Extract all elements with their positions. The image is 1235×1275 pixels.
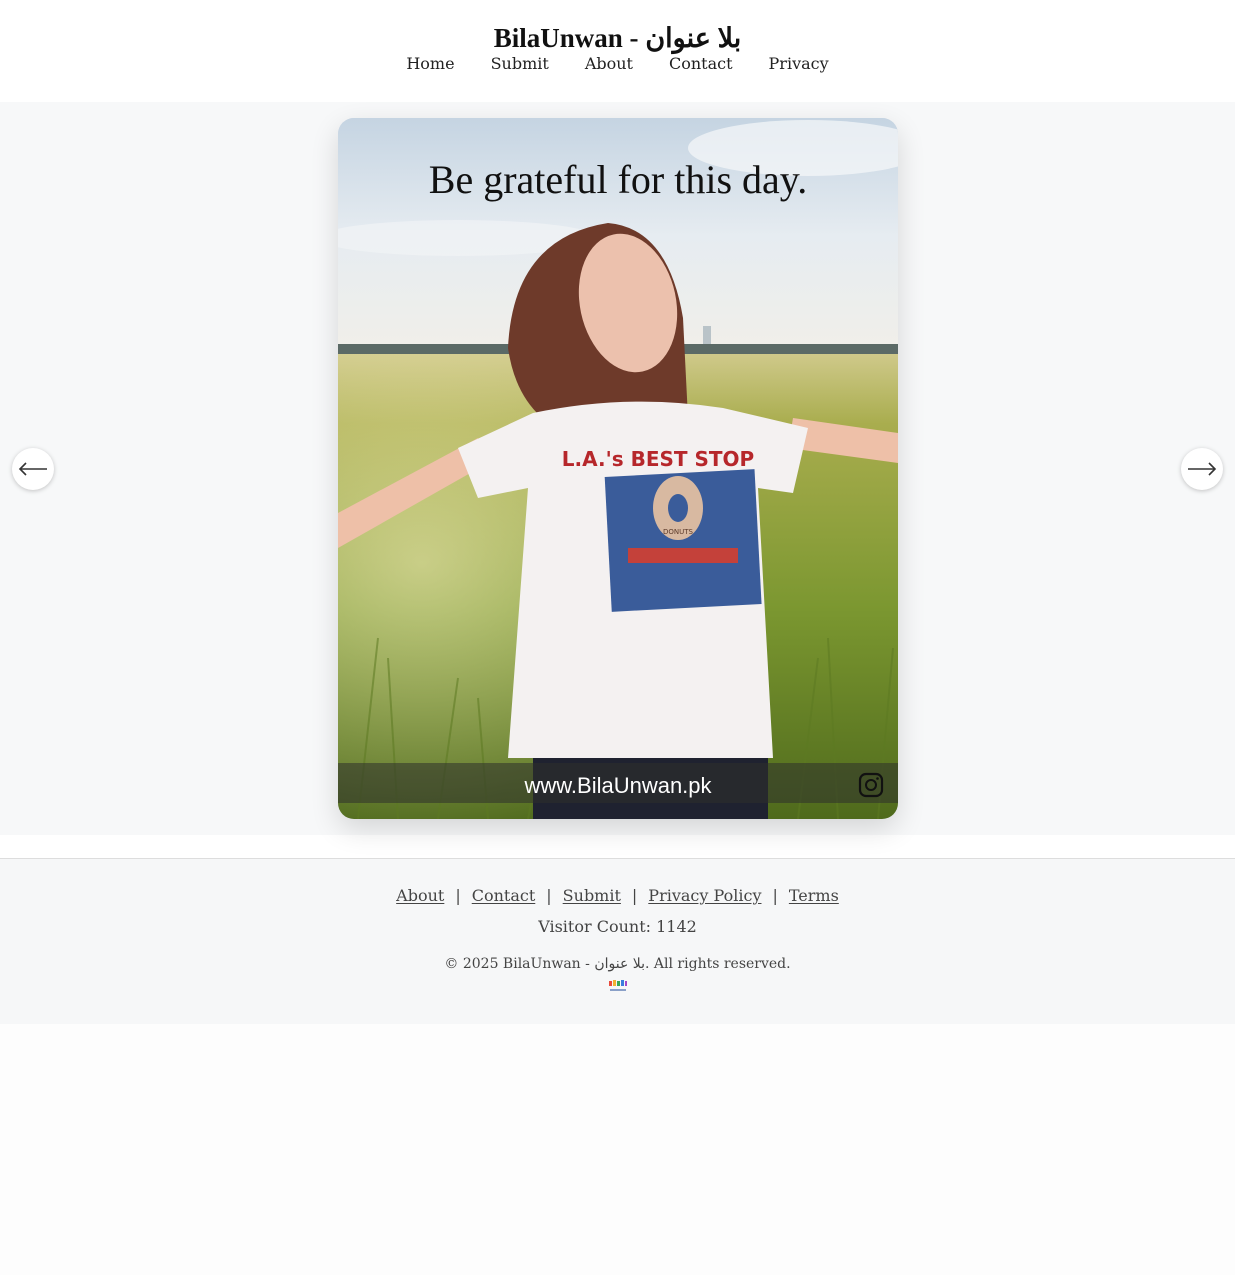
footer-link-about[interactable]: About xyxy=(396,886,444,905)
footer-link-privacy-policy[interactable]: Privacy Policy xyxy=(648,886,761,905)
slide-image: L.A.'s BEST STOP DONUTS Be grateful for … xyxy=(338,118,898,819)
site-header: BilaUnwan - بلا عنوان Home Submit About … xyxy=(0,0,1235,102)
bilaunwan-logo-icon xyxy=(608,980,627,991)
arrow-left-icon xyxy=(18,462,47,476)
quote-text: Be grateful for this day. xyxy=(429,157,807,202)
arrow-right-icon xyxy=(1188,462,1217,476)
site-title[interactable]: BilaUnwan - بلا عنوان xyxy=(0,0,1235,53)
footer-link-contact[interactable]: Contact xyxy=(472,886,536,905)
site-footer: About | Contact | Submit | Privacy Policy | Term… xyxy=(0,859,1235,1024)
footer-link-terms[interactable]: Terms xyxy=(789,886,839,905)
footer-link-submit[interactable]: Submit xyxy=(563,886,621,905)
footer-separator: | xyxy=(546,886,552,905)
section-divider xyxy=(0,835,1235,859)
quote-poster: L.A.'s BEST STOP DONUTS Be grateful for … xyxy=(338,118,898,819)
shirt-text: L.A.'s BEST STOP xyxy=(562,447,754,471)
nav-contact[interactable]: Contact xyxy=(669,52,733,76)
footer-links: About | Contact | Submit | Privacy Policy | Term… xyxy=(0,885,1235,907)
nav-privacy[interactable]: Privacy xyxy=(769,52,829,76)
watermark-text: www.BilaUnwan.pk xyxy=(523,773,712,798)
visitor-count: Visitor Count: 1142 xyxy=(538,917,697,936)
page-bottom-space xyxy=(0,1024,1235,1274)
donut-text: DONUTS xyxy=(663,528,694,536)
footer-separator: | xyxy=(772,886,778,905)
nav-submit[interactable]: Submit xyxy=(491,52,549,76)
footer-separator: | xyxy=(455,886,461,905)
image-slider: L.A.'s BEST STOP DONUTS Be grateful for … xyxy=(0,102,1235,835)
footer-logo[interactable] xyxy=(607,979,629,995)
footer-separator: | xyxy=(631,886,638,905)
copyright-text: © 2025 BilaUnwan - بلا عنوان. All rights… xyxy=(444,956,791,972)
nav-home[interactable]: Home xyxy=(406,52,454,76)
slider-next-button[interactable] xyxy=(1181,448,1223,490)
main-nav: Home Submit About Contact Privacy xyxy=(0,52,1235,76)
nav-about[interactable]: About xyxy=(585,52,633,76)
slider-prev-button[interactable] xyxy=(12,448,54,490)
